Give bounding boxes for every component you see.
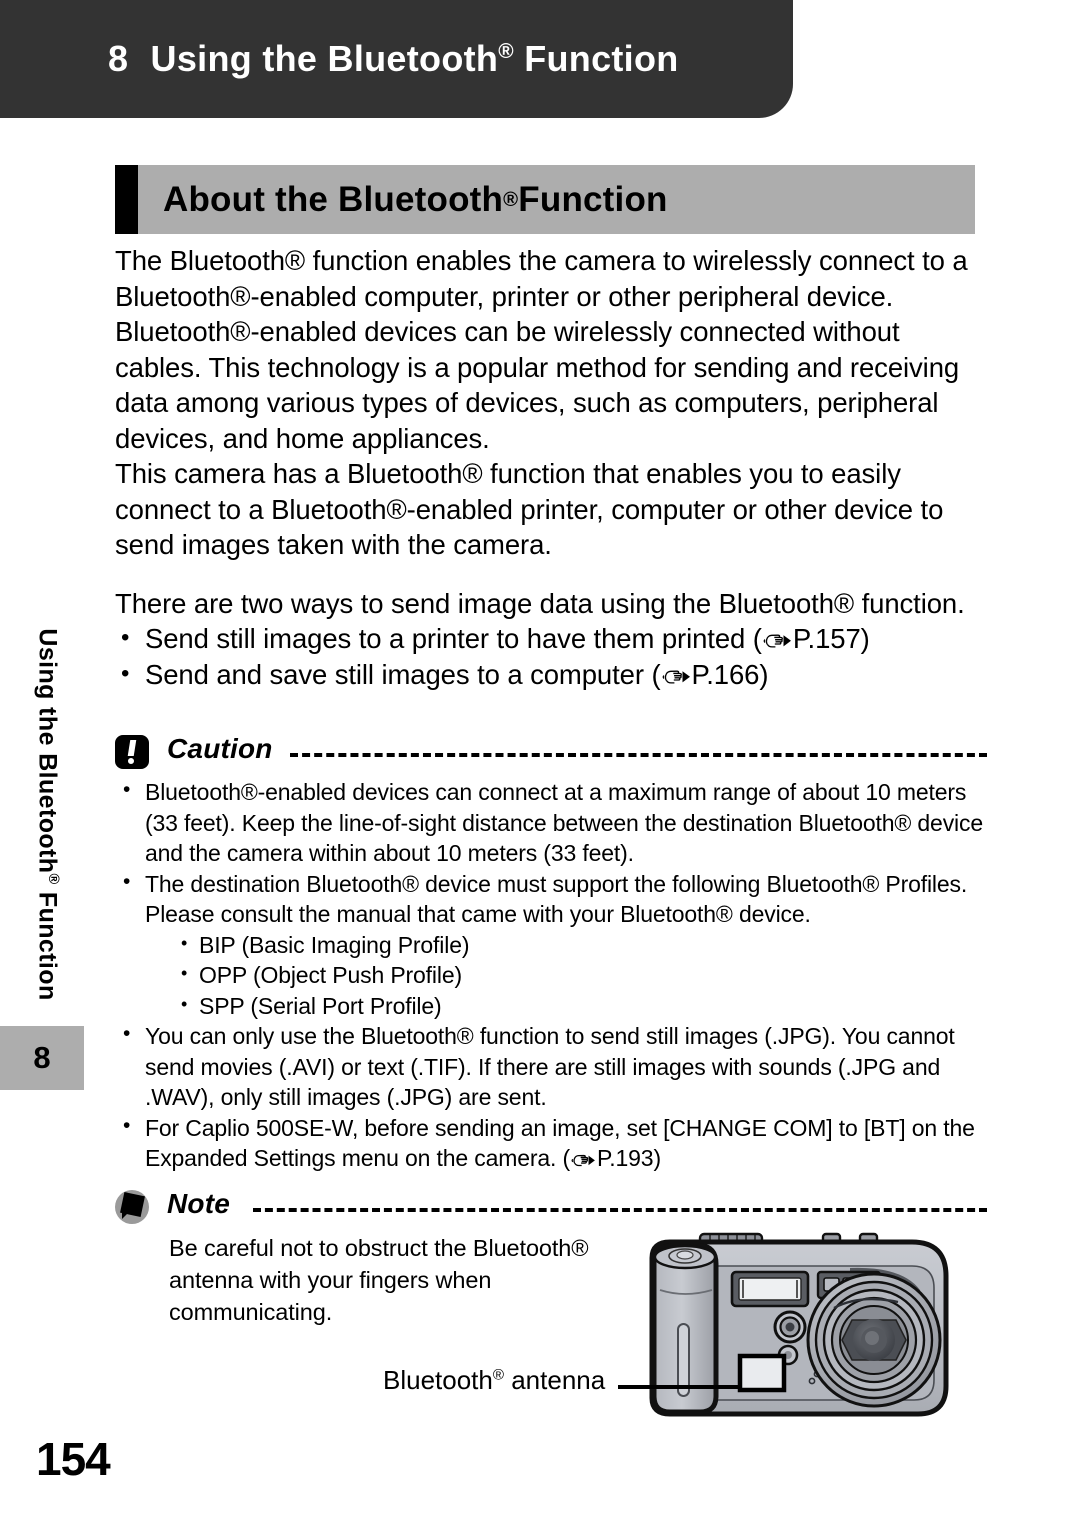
send-methods-list: Send still images to a printer to have t… [115,620,980,693]
page-reference-tail: ) [653,1145,661,1171]
caution-body: Bluetooth®-enabled devices can connect a… [115,775,987,1174]
camera-svg [649,1232,949,1417]
chapter-title-post: Function [513,38,679,79]
chapter-title-pre: Using the Bluetooth [150,38,499,79]
list-item: You can only use the Bluetooth® function… [115,1019,987,1113]
list-item-label: Send and save still images to a computer… [145,659,661,690]
note-icon [115,1190,149,1224]
page-reference-label: P.157 [792,623,861,654]
chapter-header-content: 8 Using the Bluetooth® Function [108,0,773,118]
pointing-hand-icon [762,624,792,648]
body-paragraph-2: This camera has a Bluetooth® function th… [115,458,944,560]
section-heading-bar: About the Bluetooth ® Function [115,165,975,234]
list-item: OPP (Object Push Profile) [173,958,987,991]
section-heading-tab [115,165,138,234]
list-item-label: For Caplio 500SE-W, before sending an im… [145,1114,975,1172]
caution-list: Bluetooth®-enabled devices can connect a… [115,775,987,1174]
list-item: SPP (Serial Port Profile) [173,989,987,1022]
sidebar-label-pre: Using the Bluetooth [33,628,62,874]
sidebar-label-post: Function [33,884,62,1001]
sidebar-running-head: Using the Bluetooth® Function [33,585,62,1045]
section-heading-title: About the Bluetooth ® Function [163,179,668,219]
body-paragraph-1: The Bluetooth® function enables the came… [115,245,968,454]
page-reference[interactable]: P.157) [762,623,870,654]
body-column: The Bluetooth® function enables the came… [115,243,980,693]
caution-block: Caution Bluetooth®-enabled devices can c… [115,733,987,1174]
section-title-post: Function [518,179,668,219]
profiles-list: BIP (Basic Imaging Profile) OPP (Object … [145,928,987,1022]
page-number: 154 [36,1433,111,1485]
page-reference-label: P.193 [597,1145,654,1171]
section-title-pre: About the Bluetooth [163,179,504,219]
list-item: BIP (Basic Imaging Profile) [173,928,987,961]
sidebar-chapter-number: 8 [0,1026,84,1090]
page-reference[interactable]: P.166) [661,659,769,690]
callout-label: Bluetooth® antenna [383,1365,605,1396]
list-item: For Caplio 500SE-W, before sending an im… [115,1111,987,1174]
pointing-hand-icon [661,660,691,684]
body-paragraph-3: There are two ways to send image data us… [115,587,965,619]
chapter-title: Using the Bluetooth® Function [151,38,679,80]
list-item: The destination Bluetooth® device must s… [115,867,987,1022]
page-reference-tail: ) [759,659,769,690]
caution-icon [115,735,149,769]
list-item-label: Send still images to a printer to have t… [145,623,762,654]
registered-mark-icon: ® [44,873,61,885]
caution-rule [290,753,987,757]
note-rule [253,1208,987,1212]
registered-mark-icon: ® [492,1366,504,1384]
camera-illustration [612,1228,972,1438]
note-title: Note [167,1188,231,1219]
chapter-number: 8 [108,38,129,79]
callout-label-post: antenna [504,1365,606,1395]
registered-mark-icon: ® [498,40,514,63]
page-reference-tail: ) [860,623,870,654]
list-item-label: The destination Bluetooth® device must s… [145,870,968,928]
caution-header: Caution [115,733,987,773]
callout-label-pre: Bluetooth [383,1365,493,1395]
page-reference[interactable]: P.193) [570,1145,661,1171]
list-item: Bluetooth®-enabled devices can connect a… [115,775,987,869]
chapter-header-bar: 8 Using the Bluetooth® Function [0,0,793,118]
callout-leader-line [618,1385,738,1389]
note-header: Note [115,1188,987,1228]
note-body: Be careful not to obstruct the Bluetooth… [115,1232,639,1328]
note-text: Be careful not to obstruct the Bluetooth… [169,1235,589,1325]
caution-title: Caution [167,733,273,764]
page-reference-label: P.166 [691,659,760,690]
list-item: Send still images to a printer to have t… [115,620,980,657]
pointing-hand-icon [570,1146,596,1167]
list-item: Send and save still images to a computer… [115,656,980,693]
